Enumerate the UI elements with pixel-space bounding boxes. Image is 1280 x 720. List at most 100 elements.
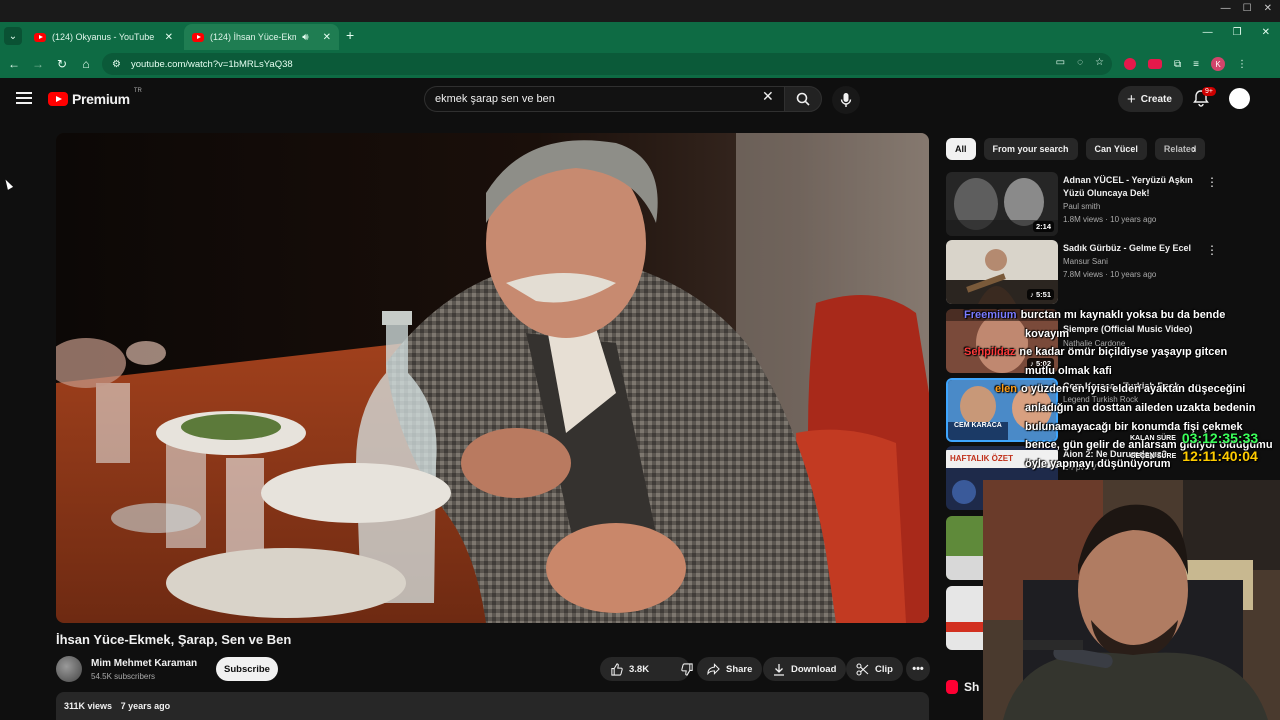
chat-text: ne kadar ömür biçildiyse yaşayıp gitcen xyxy=(1019,346,1228,359)
cast-icon[interactable]: ▭ xyxy=(1056,57,1065,68)
download-button[interactable]: Download xyxy=(763,657,847,681)
chip-all[interactable]: All xyxy=(946,138,976,160)
remaining-time-label: KALAN SÜRE xyxy=(1130,434,1176,442)
clip-button[interactable]: Clip xyxy=(846,657,903,681)
recommendation-channel: Mansur Sani xyxy=(1063,257,1108,266)
download-icon xyxy=(774,663,784,676)
filter-chips: All From your search Can Yücel Related xyxy=(946,138,1206,160)
guide-menu-icon[interactable] xyxy=(16,92,32,107)
chevron-right-icon[interactable]: › xyxy=(1192,142,1196,156)
extension-red-icon[interactable] xyxy=(1124,58,1136,70)
share-arrow-icon xyxy=(707,663,720,675)
video-thumbnail[interactable]: 2:14 xyxy=(946,172,1058,236)
eye-off-icon[interactable]: ◌ xyxy=(1077,57,1083,68)
extension-badge-icon[interactable] xyxy=(1148,59,1162,69)
tab-search-button[interactable]: ⌄ xyxy=(4,27,22,45)
browser-menu-icon[interactable]: ⋮ xyxy=(1237,59,1247,70)
close-tab-icon[interactable]: ✕ xyxy=(165,32,173,43)
duration-badge: 2:14 xyxy=(1032,221,1054,232)
site-info-icon[interactable]: ⚙︎ xyxy=(112,59,121,70)
tab-title: (124) Okyanus - YouTube xyxy=(52,32,155,42)
webcam-image xyxy=(983,480,1280,720)
account-avatar[interactable] xyxy=(1229,88,1250,109)
more-actions-icon[interactable]: ••• xyxy=(906,657,930,681)
minimize-icon[interactable]: — xyxy=(1203,27,1213,38)
chat-message: kovayım xyxy=(964,325,1274,344)
window-controls: — ☐ ✕ xyxy=(1221,3,1272,14)
address-bar-row: ← → ↻ ⌂ ⚙︎ youtube.com/watch?v=1bMRLsYaQ… xyxy=(0,50,1280,78)
description-box[interactable]: 311K views 7 years ago xyxy=(56,692,929,720)
back-icon[interactable]: ← xyxy=(2,57,26,71)
voice-search-button[interactable] xyxy=(832,86,860,114)
view-count: 311K views xyxy=(64,701,113,711)
plus-icon: + xyxy=(1127,90,1136,108)
search-icon xyxy=(796,92,810,106)
create-button[interactable]: + Create xyxy=(1118,86,1183,112)
webcam-overlay xyxy=(983,480,1280,720)
chat-text: burctan mı kaynaklı yoksa bu da bende xyxy=(1020,309,1226,321)
remaining-time-value: 03:12:35:33 xyxy=(1181,430,1259,446)
new-tab-button[interactable]: + xyxy=(346,27,354,43)
channel-avatar[interactable] xyxy=(56,656,82,682)
mouse-cursor-icon xyxy=(2,178,14,190)
recommendation-meta: 7.8M views · 10 years ago xyxy=(1063,270,1157,279)
minimize-icon[interactable]: — xyxy=(1221,3,1231,14)
recommendation-meta: 1.8M views · 10 years ago xyxy=(1063,215,1157,224)
chat-message: anladığın an dosttan aileden uzakta bede… xyxy=(964,399,1274,418)
tab-ihsan-yuce[interactable]: (124) İhsan Yüce-Ekmek, Şarap, Sen ve Be… xyxy=(184,24,339,50)
chip-can-yucel[interactable]: Can Yücel xyxy=(1085,138,1147,160)
media-controls-icon[interactable]: ≡ xyxy=(1193,59,1199,70)
close-window-icon[interactable]: ✕ xyxy=(1264,3,1272,14)
chat-text: kovayım xyxy=(1025,327,1070,340)
create-label: Create xyxy=(1140,93,1172,105)
microphone-icon xyxy=(840,93,852,107)
youtube-favicon-icon xyxy=(192,32,204,42)
subscriber-count: 54.5K subscribers xyxy=(91,672,156,681)
search-input[interactable]: ekmek şarap sen ve ben xyxy=(424,86,784,112)
reload-icon[interactable]: ↻ xyxy=(50,57,74,71)
chip-related[interactable]: Related xyxy=(1154,138,1206,160)
chat-text: mutlu olmak kafi xyxy=(1025,364,1112,377)
elapsed-time-value: 12:11:40:04 xyxy=(1182,448,1258,464)
close-tab-icon[interactable]: ✕ xyxy=(323,32,331,43)
chat-message: mutlu olmak kafi xyxy=(964,362,1274,381)
window-titlebar: — ☐ ✕ xyxy=(0,0,1280,22)
search-button[interactable] xyxy=(784,86,822,112)
url-bar[interactable]: ⚙︎ youtube.com/watch?v=1bMRLsYaQ38 ▭ ◌ ☆ xyxy=(102,53,1112,75)
shorts-shelf-header[interactable]: Sh xyxy=(946,680,979,694)
more-options-icon[interactable]: ⋮ xyxy=(1206,243,1218,257)
channel-name[interactable]: Mim Mehmet Karaman xyxy=(91,658,197,669)
video-thumbnail[interactable]: ♪ 5:51 xyxy=(946,240,1058,304)
extension-icons: ⧉ ≡ K ⋮ xyxy=(1124,57,1247,71)
tab-okyanus[interactable]: (124) Okyanus - YouTube ✕ xyxy=(26,24,181,50)
speaker-icon[interactable]: 🔊︎ xyxy=(302,32,308,43)
bookmark-star-icon[interactable]: ☆ xyxy=(1095,57,1104,68)
search-query: ekmek şarap sen ve ben xyxy=(435,93,555,105)
home-icon[interactable]: ⌂ xyxy=(74,57,98,71)
recommendation-item[interactable]: ♪ 5:51 Sadık Gürbüz - Gelme Ey Ecel Mans… xyxy=(946,240,1256,304)
maximize-icon[interactable]: ☐ xyxy=(1243,3,1252,14)
tab-title: (124) İhsan Yüce-Ekmek, Şarap, Sen ve Be… xyxy=(210,32,297,42)
subscribe-button[interactable]: Subscribe xyxy=(216,657,278,681)
chat-username: elen xyxy=(995,383,1018,396)
chat-text: anladığın an dosttan aileden uzakta bede… xyxy=(1025,401,1256,414)
chip-from-your-search[interactable]: From your search xyxy=(983,138,1078,160)
video-player[interactable] xyxy=(56,133,929,623)
forward-icon[interactable]: → xyxy=(26,57,50,71)
like-button[interactable]: 3.8K xyxy=(600,657,659,681)
close-window-icon[interactable]: ✕ xyxy=(1262,27,1270,38)
restore-icon[interactable]: ❐ xyxy=(1233,27,1242,38)
stream-timers: KALAN SÜRE 03:12:35:33 GEÇEN SÜRE 12:11:… xyxy=(1130,430,1278,464)
share-button[interactable]: Share xyxy=(697,657,763,681)
clear-search-icon[interactable]: ✕ xyxy=(762,88,774,105)
extensions-puzzle-icon[interactable]: ⧉ xyxy=(1174,59,1181,70)
like-dislike-group: 3.8K xyxy=(600,657,693,681)
profile-avatar[interactable]: K xyxy=(1210,57,1225,71)
youtube-premium-logo[interactable]: Premium TR xyxy=(48,88,142,107)
recommendation-title: Adnan YÜCEL - Yeryüzü Aşkın Yüzü Oluncay… xyxy=(1063,175,1193,198)
youtube-masthead: Premium TR ekmek şarap sen ve ben ✕ + Cr… xyxy=(0,78,1280,120)
shorts-label: Sh xyxy=(964,680,980,694)
more-options-icon[interactable]: ⋮ xyxy=(1206,175,1218,189)
recommendation-item[interactable]: 2:14 Adnan YÜCEL - Yeryüzü Aşkın Yüzü Ol… xyxy=(946,172,1256,236)
notification-count-badge: 9+ xyxy=(1202,87,1216,96)
